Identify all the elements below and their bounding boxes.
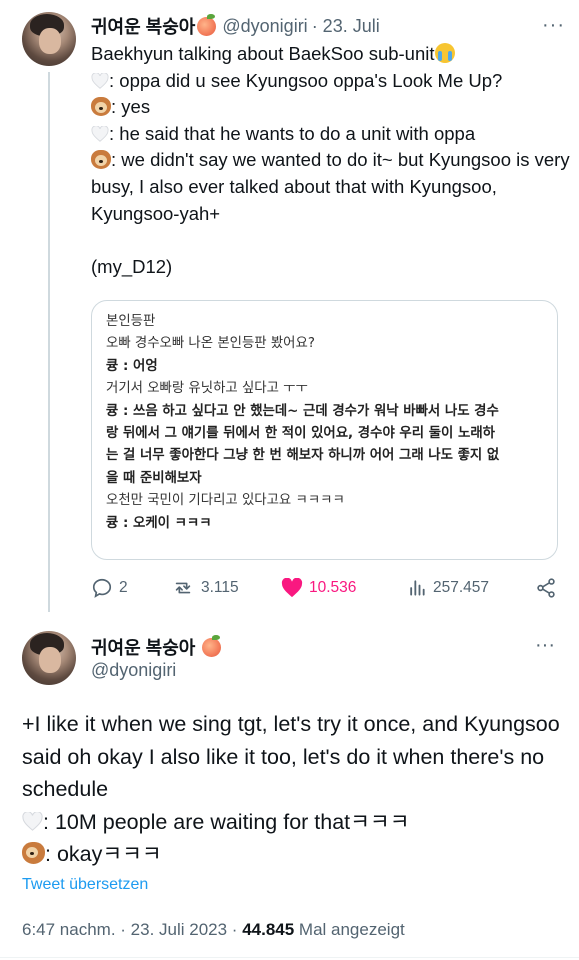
like-count: 10.536 [309,579,357,596]
tweet-header: 귀여운 복숭아 [91,634,222,660]
dog-emoji-icon [91,150,111,170]
views-icon [410,580,425,596]
image-text-line: 랑 뒤에서 그 얘기를 뒤에서 한 적이 있어요, 경수야 우리 둘이 노래하 [106,426,495,442]
views-count: 44.845 [242,920,295,939]
white-heart-emoji-icon [91,72,109,89]
display-name[interactable]: 귀여운 복숭아 [91,638,195,658]
views-count: 257.457 [433,579,490,596]
like-button[interactable]: 10.536 [281,574,356,602]
share-icon [537,578,555,598]
tweet-line: +I like it when we sing tgt, let's try i… [22,712,560,801]
image-text-line: 큥 : 오케이 ㅋㅋㅋ [106,515,212,531]
translate-link[interactable]: Tweet übersetzen [22,876,148,894]
like-icon [281,578,303,598]
views-label: Mal angezeigt [294,920,405,939]
image-text-line: 는 걸 너무 좋아한다 그냥 한 번 해보자 하니까 어어 그래 나도 좋지 없 [106,448,500,464]
dog-emoji-icon [91,97,111,117]
peach-emoji-icon [197,13,217,36]
image-text-line: 큥 : 쓰음 하고 싶다고 안 했는데~ 근데 경수가 워낙 바빠서 나도 경수 [106,403,499,419]
handle[interactable]: @dyonigiri [222,16,307,37]
tweet-header: 귀여운 복숭아 @dyonigiri · 23. Juli ··· [91,13,565,39]
image-text-line: 큥 : 어엉 [106,358,158,374]
image-text-line: 오빠 경수오빠 나온 본인등판 봤어요? [106,336,315,352]
timestamp[interactable]: 6:47 nachm. · 23. Juli 2023 · [22,920,242,939]
reply-icon [92,578,112,598]
retweet-icon [175,582,191,594]
tweet-text: Baekhyun talking about BaekSoo sub-unit … [91,41,571,280]
retweet-button[interactable]: 3.115 [171,574,239,602]
handle[interactable]: @dyonigiri [91,660,176,681]
reply-count: 2 [119,579,128,596]
views-button[interactable]: 257.457 [407,574,489,602]
timestamp[interactable]: · 23. Juli [312,16,380,37]
tweet-text: +I like it when we sing tgt, let's try i… [22,708,567,871]
avatar[interactable] [22,631,76,685]
peach-emoji-icon [202,635,222,657]
tweet-line: : 10M people are waiting for thatㅋㅋㅋ [22,806,567,839]
thread-line [48,72,50,612]
display-name[interactable]: 귀여운 복숭아 [91,13,195,39]
avatar[interactable] [22,12,76,66]
retweet-count: 3.115 [201,579,239,596]
image-text-line: 본인등판 [106,314,156,329]
action-bar: 2 3.115 10.536 257.457 [91,574,561,602]
tweet-line: : yes [91,94,571,121]
more-icon[interactable]: ··· [542,14,565,37]
image-text-line: 오천만 국민이 기다리고 있다고요 ㅋㅋㅋㅋ [106,493,345,509]
tweet-line: Baekhyun talking about BaekSoo sub-unit [91,41,571,68]
more-icon[interactable]: ··· [535,634,555,657]
image-text-line: 을 때 준비해보자 [106,470,202,486]
divider [0,957,579,958]
white-heart-emoji-icon [91,125,109,142]
tweet-line: : he said that he wants to do a unit wit… [91,121,571,148]
tweet-line: (my_D12) [91,255,173,277]
tweet-line: : we didn't say we wanted to do it~ but … [91,149,570,224]
white-heart-emoji-icon [22,811,43,831]
share-button[interactable] [535,574,557,602]
tweet-line: : okayㅋㅋㅋ [22,838,567,871]
reply-button[interactable]: 2 [91,574,128,602]
tweet-image[interactable]: 본인등판 오빠 경수오빠 나온 본인등판 봤어요? 큥 : 어엉 거기서 오빠랑… [91,300,558,560]
sob-emoji-icon [434,43,455,63]
dog-emoji-icon [22,842,45,864]
tweet-line: : oppa did u see Kyungsoo oppa's Look Me… [91,68,571,95]
image-text-line: 거기서 오빠랑 유닛하고 싶다고 ㅜㅜ [106,381,308,397]
tweet-meta: 6:47 nachm. · 23. Juli 2023 · 44.845 Mal… [22,920,405,940]
